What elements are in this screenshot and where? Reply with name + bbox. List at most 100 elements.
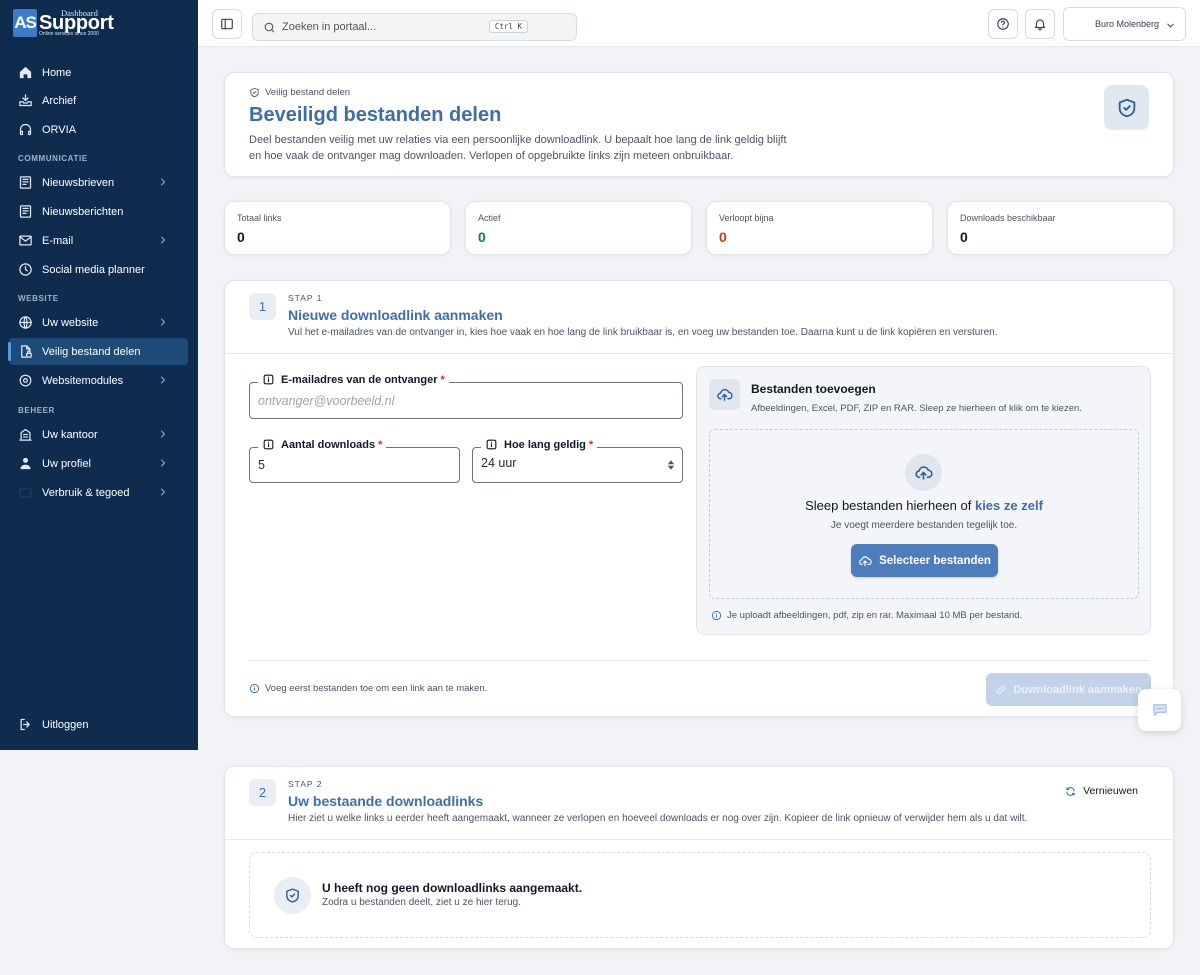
sidebar-item-verbruik-tegoed[interactable]: Verbruik & tegoed: [9, 479, 188, 506]
sidebar-item-archief[interactable]: Archief: [9, 87, 188, 114]
notifications-button[interactable]: [1025, 9, 1055, 39]
sidebar-item-label: Nieuwsberichten: [42, 205, 124, 218]
search-placeholder: Zoeken in portaal...: [282, 21, 377, 33]
select-files-label: Selecteer bestanden: [879, 554, 991, 567]
sidebar-item-label: Archief: [42, 94, 77, 107]
sidebar-item-uw-kantoor[interactable]: Uw kantoor: [9, 421, 188, 448]
validity-field-label: Hoe lang geldig *: [481, 438, 598, 451]
choose-files-link[interactable]: kies ze zelf: [975, 498, 1043, 513]
stat-value: 0: [237, 229, 245, 245]
sidebar-item-social-media-planner[interactable]: Social media planner: [9, 256, 188, 283]
cloud-upload-icon: [717, 388, 733, 401]
step-description: Hier ziet u welke links u eerder heeft a…: [288, 813, 1028, 824]
sidebar-item-home[interactable]: Home: [9, 59, 188, 86]
sidebar-item-nieuwsberichten[interactable]: Nieuwsberichten: [9, 198, 188, 225]
newspaper-icon: [19, 176, 32, 189]
file-upload-panel: Bestanden toevoegen Afbeeldingen, Excel,…: [696, 366, 1151, 635]
footer-hint: Voeg eerst bestanden toe om een link aan…: [249, 683, 487, 694]
email-label-text: E-mailadres van de ontvanger: [281, 373, 438, 386]
divider: [249, 660, 1149, 661]
sidebar-item-orvia[interactable]: ORVIA: [9, 116, 188, 143]
stat-card-active: Actief 0: [465, 201, 692, 255]
create-downloadlink-button[interactable]: Downloadlink aanmaken: [986, 673, 1151, 706]
search-icon: [264, 22, 275, 32]
step1-card: 1 STAP 1 Nieuwe downloadlink aanmaken Vu…: [224, 280, 1174, 717]
page-description: Deel bestanden veilig met uw relaties vi…: [249, 134, 787, 162]
sidebar-item-uw-website[interactable]: Uw website: [9, 309, 188, 336]
files-subtitle: Afbeeldingen, Excel, PDF, ZIP en RAR. Sl…: [751, 403, 1082, 414]
logout-icon: [20, 718, 30, 731]
email-placeholder: ontvanger@voorbeeld.nl: [258, 394, 395, 408]
cloud-upload-icon: [859, 555, 872, 566]
footer-hint-text: Voeg eerst bestanden toe om een link aan…: [265, 683, 488, 694]
stat-label: Actief: [478, 213, 501, 223]
email-field[interactable]: E-mailadres van de ontvanger * ontvanger…: [249, 373, 683, 419]
chevron-right-icon: [161, 430, 165, 438]
chevron-right-icon: [161, 488, 165, 496]
home-icon: [19, 66, 32, 79]
downloads-field-label: Aantal downloads *: [258, 438, 387, 451]
secure-file-icon: [21, 345, 32, 358]
refresh-label: Vernieuwen: [1083, 785, 1138, 797]
downloads-label-text: Aantal downloads: [281, 438, 376, 451]
dropzone-text: Sleep bestanden hierheen of kies ze zelf: [710, 498, 1138, 513]
chevron-right-icon: [161, 178, 165, 186]
sidebar-item-nieuwsbrieven[interactable]: Nieuwsbrieven: [9, 169, 188, 196]
logo-tagline: Online services since 2000: [39, 31, 99, 37]
sidebar-item-label: Home: [42, 66, 72, 79]
sidebar-item-websitemodules[interactable]: Websitemodules: [9, 367, 188, 394]
upload-icon-box: [709, 379, 740, 410]
inbox-download-icon: [19, 94, 32, 107]
empty-state-subtitle: Zodra u bestanden deelt, ziet u ze hier …: [322, 897, 522, 908]
required-mark: *: [588, 438, 594, 451]
step-title: Nieuwe downloadlink aanmaken: [288, 307, 503, 323]
sidebar-item-veilig-bestand-delen[interactable]: Veilig bestand delen: [8, 338, 188, 365]
account-menu[interactable]: Buro Molenberg: [1063, 7, 1186, 41]
empty-state: U heeft nog geen downloadlinks aangemaak…: [249, 852, 1151, 938]
sidebar-item-label: Nieuwsbrieven: [42, 176, 115, 189]
select-files-button[interactable]: Selecteer bestanden: [851, 544, 998, 577]
stat-card-downloads: Downloads beschikbaar 0: [947, 201, 1174, 255]
select-arrows-icon: [667, 460, 675, 470]
chat-icon: [1152, 704, 1167, 717]
stat-label: Totaal links: [237, 213, 282, 223]
info-square-icon: [263, 439, 274, 450]
dropzone-main-text: Sleep bestanden hierheen of: [805, 498, 972, 513]
step-description: Vul het e-mailadres van de ontvanger in,…: [288, 327, 998, 338]
chevron-right-icon: [161, 459, 165, 467]
stat-value: 0: [960, 229, 968, 245]
chevron-down-icon: [1167, 23, 1174, 28]
downloads-value: 5: [258, 458, 265, 472]
search-input[interactable]: Zoeken in portaal... Ctrl K: [252, 13, 577, 41]
step-kicker: STAP 2: [288, 779, 323, 789]
validity-select[interactable]: Hoe lang geldig * 24 uur: [472, 438, 683, 483]
step-number: 2: [249, 779, 276, 806]
chat-button[interactable]: [1138, 689, 1181, 731]
cloud-upload-icon: [915, 466, 933, 480]
sidebar-item-label: ORVIA: [42, 123, 77, 136]
file-dropzone[interactable]: Sleep bestanden hierheen of kies ze zelf…: [709, 429, 1139, 599]
shield-check-icon: [286, 888, 299, 903]
validity-value: 24 uur: [481, 456, 517, 470]
refresh-button[interactable]: Vernieuwen: [1065, 785, 1138, 797]
step-kicker: STAP 1: [288, 293, 323, 303]
help-button[interactable]: [988, 9, 1018, 39]
logo-mark: AS: [13, 9, 37, 37]
create-downloadlink-label: Downloadlink aanmaken: [1013, 683, 1142, 696]
info-square-icon: [486, 439, 497, 450]
stat-card-total: Totaal links 0: [224, 201, 451, 255]
hero-badge: [1104, 85, 1149, 130]
downloads-count-input[interactable]: Aantal downloads * 5: [249, 438, 460, 483]
sidebar: AS Dashboard Support Online services sin…: [0, 0, 198, 750]
logout-button[interactable]: Uitloggen: [9, 711, 188, 738]
sidebar-toggle-button[interactable]: [212, 9, 242, 39]
shield-check-icon: [250, 87, 259, 98]
section-beheer: BEHEER: [18, 406, 55, 415]
sidebar-item-label: E-mail: [42, 234, 74, 247]
dropzone-subtext: Je voegt meerdere bestanden tegelijk toe…: [830, 520, 1018, 531]
stat-label: Downloads beschikbaar: [960, 213, 1056, 223]
search-shortcut: Ctrl K: [488, 20, 528, 33]
sidebar-item-email[interactable]: E-mail: [9, 227, 188, 254]
logo[interactable]: AS Dashboard Support Online services sin…: [13, 8, 114, 37]
sidebar-item-uw-profiel[interactable]: Uw profiel: [9, 450, 188, 477]
